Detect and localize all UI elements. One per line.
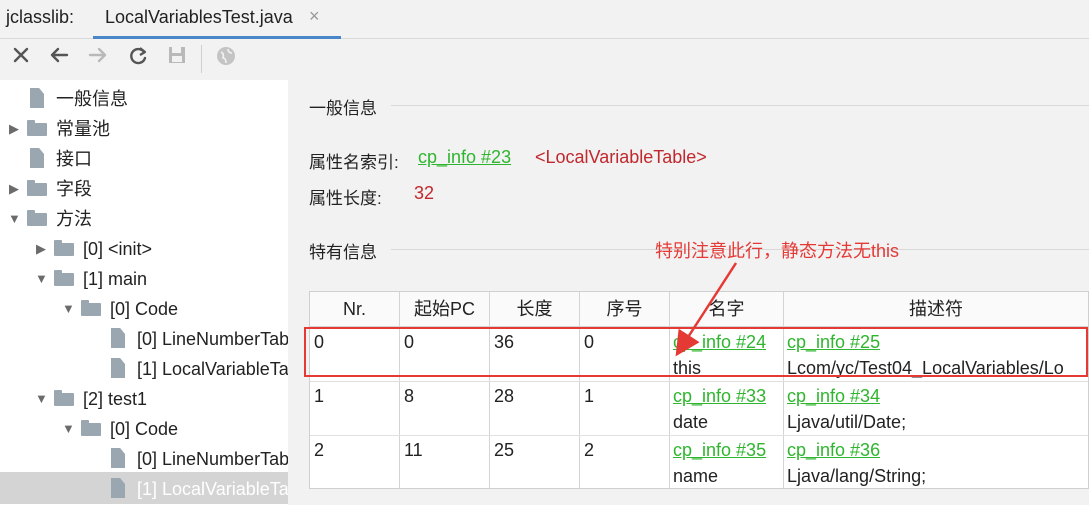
tree-item[interactable]: ▼ [1] main [0, 264, 288, 294]
expand-right-icon[interactable]: ▶ [8, 114, 20, 144]
document-icon [111, 478, 125, 498]
document-icon [111, 358, 125, 378]
document-icon [111, 448, 125, 468]
tree-item[interactable]: ▶ [0] <init> [0, 234, 288, 264]
annotation-arrow [675, 262, 738, 357]
tree-item[interactable]: [0] LineNumberTable [0, 444, 288, 474]
app-name: jclasslib: [6, 7, 75, 27]
tree-item-label: 一般信息 [56, 89, 128, 109]
highlight-box [304, 327, 1088, 377]
tree-item[interactable]: ▶ 常量池 [0, 114, 288, 144]
expand-down-icon[interactable]: ▼ [35, 384, 48, 414]
tab-localvariablestest[interactable]: LocalVariablesTest.java × [93, 0, 341, 39]
forward-icon[interactable] [84, 45, 112, 73]
folder-icon [27, 210, 47, 226]
expand-down-icon[interactable]: ▼ [62, 294, 75, 324]
expand-down-icon[interactable]: ▼ [62, 414, 75, 444]
tree-item-label: 字段 [56, 179, 92, 199]
tab-label: LocalVariablesTest.java [105, 7, 293, 27]
expand-right-icon[interactable]: ▶ [35, 234, 47, 264]
document-icon [30, 148, 44, 168]
tree-item[interactable]: ▼ [0] Code [0, 414, 288, 444]
web-icon[interactable] [212, 45, 240, 73]
toolbar [0, 39, 1089, 81]
tree-item-label: [2] test1 [83, 389, 148, 409]
tree-item[interactable]: [1] LocalVariableTable [0, 474, 288, 504]
tree-item-label: [0] <init> [83, 239, 153, 259]
tree-item-label: [0] LineNumberTable [137, 449, 288, 469]
tree-item-label: [0] Code [110, 419, 179, 439]
folder-icon [54, 270, 74, 286]
toolbar-separator [201, 45, 202, 73]
close-tab-icon[interactable]: × [309, 6, 320, 27]
tree-item[interactable]: 接口 [0, 144, 288, 174]
tree-item-label: [0] LineNumberTable [137, 329, 288, 349]
tab-bar: jclasslib: LocalVariablesTest.java × [0, 0, 1089, 39]
tree-item-label: 方法 [56, 209, 92, 229]
refresh-icon[interactable] [124, 45, 152, 73]
save-icon[interactable] [163, 45, 191, 73]
expand-down-icon[interactable]: ▼ [35, 264, 48, 294]
tree-item[interactable]: 一般信息 [0, 84, 288, 114]
folder-icon [54, 240, 74, 256]
back-icon[interactable] [45, 45, 73, 73]
tree-item-label: [1] LocalVariableTable [137, 359, 288, 379]
tree-item-label: [0] Code [110, 299, 179, 319]
tree-item[interactable]: [1] LocalVariableTable [0, 354, 288, 384]
tree-item-label: [1] LocalVariableTable [137, 479, 288, 499]
folder-icon [27, 120, 47, 136]
tree-item-label: 接口 [56, 149, 92, 169]
tree-item[interactable]: [0] LineNumberTable [0, 324, 288, 354]
tree-item[interactable]: ▼ [2] test1 [0, 384, 288, 414]
tree-item[interactable]: ▼ [0] Code [0, 294, 288, 324]
folder-icon [27, 180, 47, 196]
tree-item[interactable]: ▶ 字段 [0, 174, 288, 204]
tree-item-label: [1] main [83, 269, 148, 289]
detail-panel: 一般信息 属性名索引: cp_info #23 <LocalVariableTa… [288, 80, 1089, 505]
folder-icon [54, 390, 74, 406]
folder-icon [81, 300, 101, 316]
expand-down-icon[interactable]: ▼ [8, 204, 21, 234]
class-structure-tree: 一般信息 ▶ 常量池接口 ▶ 字段 ▼ 方法 ▶ [0] <init> ▼ [1] main ▼ [0]… [0, 80, 288, 505]
tree-item-label: 常量池 [56, 119, 110, 139]
tree-item[interactable]: ▼ 方法 [0, 204, 288, 234]
document-icon [30, 88, 44, 108]
expand-right-icon[interactable]: ▶ [8, 174, 20, 204]
folder-icon [81, 420, 101, 436]
document-icon [111, 328, 125, 348]
close-icon[interactable] [7, 45, 35, 73]
